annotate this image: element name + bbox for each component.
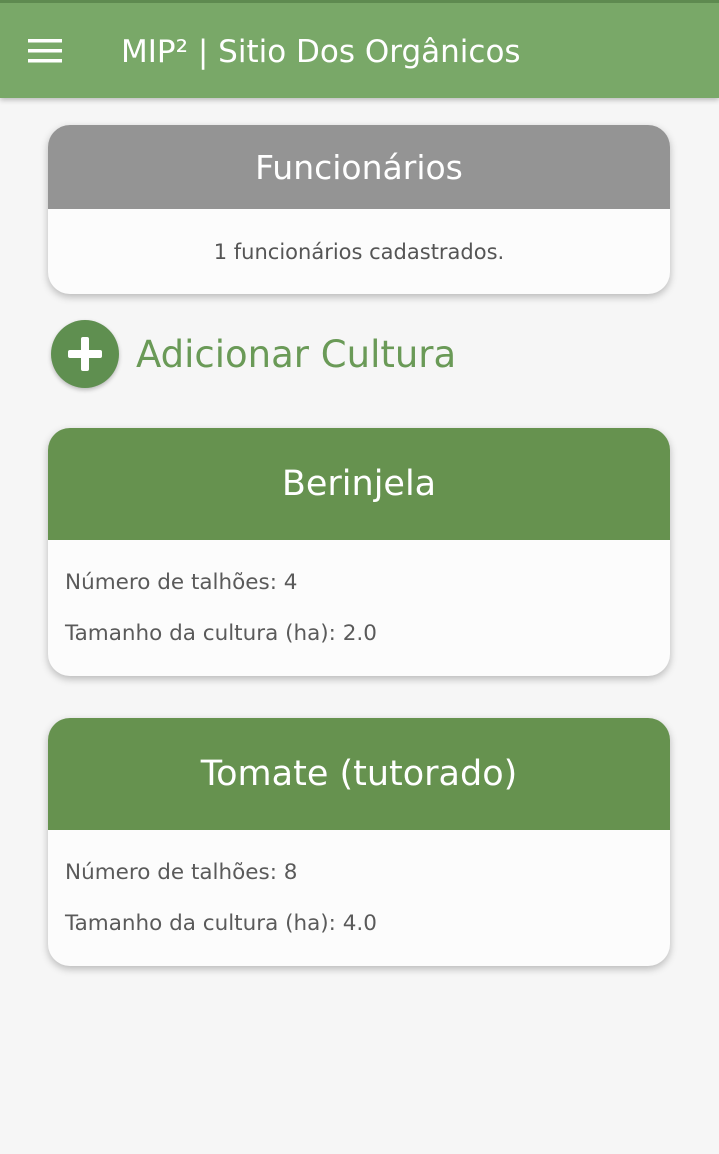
- crop-name: Tomate (tutorado): [48, 718, 670, 830]
- employees-card-title: Funcionários: [48, 125, 670, 209]
- crop-size: Tamanho da cultura (ha): 2.0: [65, 621, 377, 646]
- employees-card[interactable]: Funcionários 1 funcionários cadastrados.: [48, 125, 670, 294]
- crop-card[interactable]: Tomate (tutorado) Número de talhões: 8 T…: [48, 718, 670, 966]
- app-bar: MIP² | Sitio Dos Orgânicos: [0, 0, 719, 98]
- crop-details: Número de talhões: 8 Tamanho da cultura …: [48, 830, 670, 960]
- employees-count: 1 funcionários cadastrados.: [213, 239, 505, 264]
- app-title: MIP² | Sitio Dos Orgânicos: [121, 34, 521, 70]
- add-crop-button[interactable]: Adicionar Cultura: [51, 320, 456, 388]
- crop-details: Número de talhões: 4 Tamanho da cultura …: [48, 540, 670, 670]
- crop-size: Tamanho da cultura (ha): 4.0: [65, 911, 377, 936]
- crop-name: Berinjela: [48, 428, 670, 540]
- crop-plots-count: Número de talhões: 8: [65, 860, 298, 885]
- crop-plots-count: Número de talhões: 4: [65, 570, 298, 595]
- menu-button[interactable]: [22, 29, 68, 73]
- crop-card[interactable]: Berinjela Número de talhões: 4 Tamanho d…: [48, 428, 670, 676]
- plus-circle-icon: [51, 320, 119, 388]
- hamburger-icon: [28, 38, 62, 64]
- add-crop-label: Adicionar Cultura: [136, 332, 457, 376]
